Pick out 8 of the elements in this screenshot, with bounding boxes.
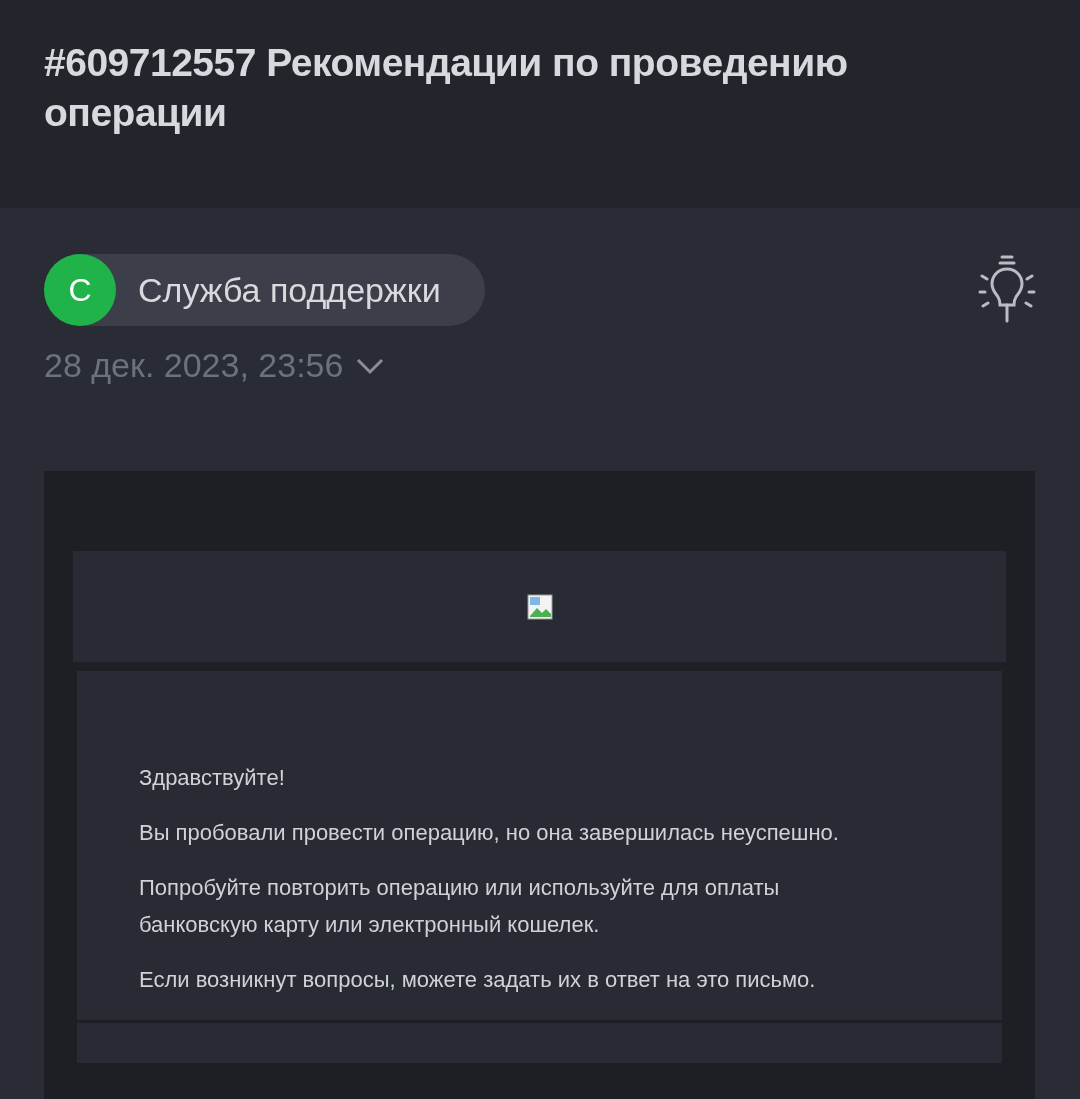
email-paragraph: Попробуйте повторить операцию или используйте для оплаты банковскую карту или электронный кошелек. — [139, 874, 781, 939]
sender-avatar: С — [44, 254, 116, 326]
email-paragraph: Здравствуйте! — [139, 764, 286, 792]
sender-chip[interactable]: С Служба поддержки — [44, 254, 485, 326]
message-title: #609712557 Рекомендации по проведению операции — [44, 40, 849, 136]
email-paragraph: Если возникнут вопросы, можете задать их в ответ на это письмо. — [139, 966, 817, 994]
sender-name: Служба поддержки — [138, 270, 441, 310]
email-paragraph: Вы пробовали провести операцию, но она завершилась неуспешно. — [139, 819, 840, 847]
